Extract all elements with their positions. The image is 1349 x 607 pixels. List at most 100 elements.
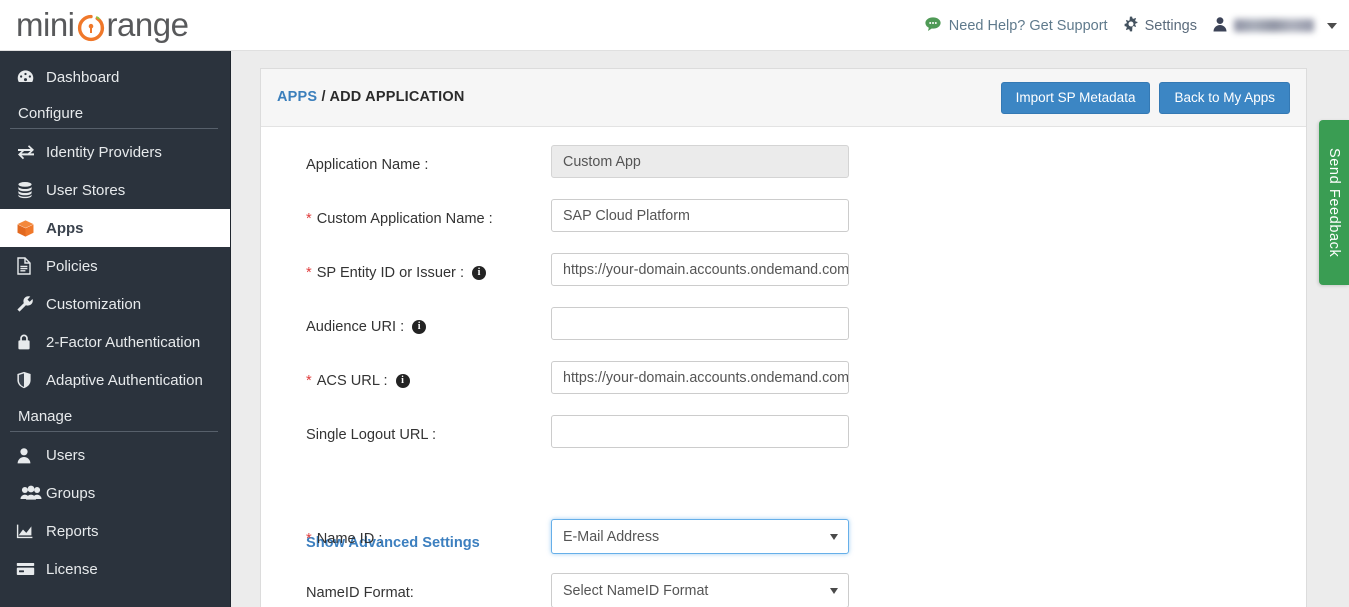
miniorange-logo[interactable]: mini range: [16, 6, 188, 44]
label-application-name: Application Name :: [306, 155, 429, 175]
form-row-acs-url: *ACS URL : i https://your-domain.account…: [261, 359, 1306, 413]
custom-application-name-input[interactable]: SAP Cloud Platform: [551, 199, 849, 232]
required-asterisk: *: [306, 209, 312, 229]
user-name-label: [1234, 19, 1314, 32]
application-name-input[interactable]: Custom App: [551, 145, 849, 178]
single-logout-url-input[interactable]: [551, 415, 849, 448]
logo-orange-ring-icon: [76, 10, 106, 40]
gear-icon: [1123, 16, 1139, 36]
label-text: ACS URL :: [317, 371, 388, 391]
wrench-icon: [16, 295, 46, 313]
send-feedback-tab[interactable]: Send Feedback: [1319, 120, 1349, 285]
sidebar-item-identity-providers[interactable]: Identity Providers: [0, 133, 230, 171]
label-acs-url: *ACS URL : i: [306, 371, 410, 391]
sidebar-item-groups[interactable]: Groups: [0, 474, 230, 512]
users-group-icon: [16, 485, 46, 501]
card-icon: [16, 562, 46, 576]
sidebar-item-label: Apps: [46, 220, 84, 237]
nameid-format-select[interactable]: Select NameID Format: [551, 573, 849, 607]
label-name-id: *Name ID :: [306, 529, 382, 549]
required-asterisk: *: [306, 529, 312, 549]
sidebar-item-label: Identity Providers: [46, 144, 162, 161]
label-text: Audience URI :: [306, 317, 404, 337]
shield-icon: [16, 371, 46, 389]
audience-uri-input[interactable]: [551, 307, 849, 340]
logo-text-mini: mini: [16, 6, 75, 44]
sidebar-section-configure: Configure: [0, 96, 230, 128]
sidebar-item-reports[interactable]: Reports: [0, 512, 230, 550]
form-row-audience-uri: Audience URI : i: [261, 305, 1306, 359]
label-single-logout-url: Single Logout URL :: [306, 425, 436, 445]
sidebar-item-label: Adaptive Authentication: [46, 372, 203, 389]
sidebar-navigation: Dashboard Configure Identity Providers U…: [0, 51, 231, 607]
database-icon: [16, 181, 46, 199]
spacer: [0, 51, 230, 58]
required-asterisk: *: [306, 371, 312, 391]
add-application-panel: APPS / ADD APPLICATION Import SP Metadat…: [260, 68, 1307, 607]
name-id-select[interactable]: E-Mail Address: [551, 519, 849, 554]
label-audience-uri: Audience URI : i: [306, 317, 426, 337]
sidebar-item-license[interactable]: License: [0, 550, 230, 588]
info-icon[interactable]: i: [472, 266, 486, 280]
panel-header: APPS / ADD APPLICATION Import SP Metadat…: [261, 69, 1306, 127]
sidebar-item-label: License: [46, 561, 98, 578]
sidebar-item-dashboard[interactable]: Dashboard: [0, 58, 230, 96]
settings-link[interactable]: Settings: [1123, 16, 1197, 36]
sidebar-item-label: Users: [46, 447, 85, 464]
sidebar-item-label: Policies: [46, 258, 98, 275]
sidebar-item-user-stores[interactable]: User Stores: [0, 171, 230, 209]
settings-label: Settings: [1145, 18, 1197, 34]
lock-icon: [16, 333, 46, 351]
label-text: Custom Application Name :: [317, 209, 493, 229]
panel-body: Application Name : Custom App *Custom Ap…: [261, 127, 1306, 607]
sidebar-item-label: User Stores: [46, 182, 125, 199]
sidebar-item-2fa[interactable]: 2-Factor Authentication: [0, 323, 230, 361]
header-actions: Need Help? Get Support Settings: [925, 0, 1337, 51]
sidebar-section-manage: Manage: [0, 399, 230, 431]
sidebar-divider: [10, 128, 218, 129]
name-id-selected-value: E-Mail Address: [563, 529, 659, 545]
import-sp-metadata-button[interactable]: Import SP Metadata: [1001, 82, 1151, 114]
sp-entity-id-input[interactable]: https://your-domain.accounts.ondemand.co…: [551, 253, 849, 286]
sidebar-item-policies[interactable]: Policies: [0, 247, 230, 285]
control-wrapper: https://your-domain.accounts.ondemand.co…: [551, 361, 849, 394]
form-row-nameid-format: NameID Format: Select NameID Format: [261, 571, 1306, 607]
nameid-format-selected-value: Select NameID Format: [563, 583, 708, 599]
form-row-sp-entity-id: *SP Entity ID or Issuer : i https://your…: [261, 251, 1306, 305]
sidebar-item-adaptive-authentication[interactable]: Adaptive Authentication: [0, 361, 230, 399]
breadcrumb-current: ADD APPLICATION: [329, 89, 464, 105]
info-icon[interactable]: i: [396, 374, 410, 388]
form-row-application-name: Application Name : Custom App: [261, 143, 1306, 197]
need-help-link[interactable]: Need Help? Get Support: [925, 16, 1108, 36]
acs-url-input[interactable]: https://your-domain.accounts.ondemand.co…: [551, 361, 849, 394]
chart-icon: [16, 523, 46, 539]
sidebar-item-apps[interactable]: Apps: [0, 209, 230, 247]
sidebar-item-users[interactable]: Users: [0, 436, 230, 474]
breadcrumb-apps-link[interactable]: APPS: [277, 89, 317, 105]
control-wrapper: SAP Cloud Platform: [551, 199, 849, 232]
form-row-name-id: *Name ID : E-Mail Address: [261, 517, 1306, 571]
sidebar-item-label: Customization: [46, 296, 141, 313]
form-row-custom-application-name: *Custom Application Name : SAP Cloud Pla…: [261, 197, 1306, 251]
exchange-arrows-icon: [16, 144, 46, 160]
panel-header-buttons: Import SP Metadata Back to My Apps: [1001, 82, 1290, 114]
control-wrapper: https://your-domain.accounts.ondemand.co…: [551, 253, 849, 286]
sidebar-item-label: Reports: [46, 523, 99, 540]
dashboard-icon: [16, 68, 46, 87]
user-menu[interactable]: [1212, 16, 1337, 36]
breadcrumb: APPS / ADD APPLICATION: [277, 89, 465, 105]
label-text: Name ID :: [317, 529, 383, 549]
box-icon: [16, 219, 46, 238]
sidebar-item-customization[interactable]: Customization: [0, 285, 230, 323]
control-wrapper: [551, 307, 849, 340]
main-content-area: APPS / ADD APPLICATION Import SP Metadat…: [231, 51, 1349, 607]
speech-bubble-icon: [925, 16, 943, 36]
required-asterisk: *: [306, 263, 312, 283]
label-text: Application Name :: [306, 155, 429, 175]
sidebar-item-label: Groups: [46, 485, 95, 502]
control-wrapper: E-Mail Address: [551, 519, 849, 554]
spacer: [261, 467, 1306, 517]
info-icon[interactable]: i: [412, 320, 426, 334]
document-icon: [16, 257, 46, 275]
back-to-my-apps-button[interactable]: Back to My Apps: [1159, 82, 1290, 114]
